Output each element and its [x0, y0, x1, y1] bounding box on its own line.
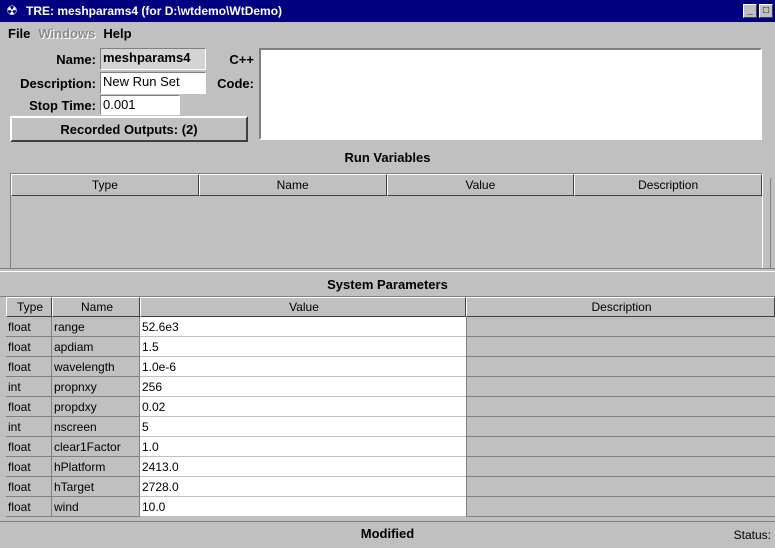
menu-file[interactable]: File: [8, 26, 30, 41]
param-name: nscreen: [52, 417, 140, 437]
rv-col-name[interactable]: Name: [198, 174, 387, 196]
run-variables-header: Type Name Value Description: [11, 174, 762, 196]
param-value-input[interactable]: 5: [140, 417, 466, 437]
param-type: int: [6, 417, 52, 437]
table-row: float range 52.6e3: [6, 317, 775, 337]
param-value-input[interactable]: 256: [140, 377, 466, 397]
param-name: wavelength: [52, 357, 140, 377]
table-row: float propdxy 0.02: [6, 397, 775, 417]
sp-col-description[interactable]: Description: [466, 297, 775, 317]
param-description[interactable]: [466, 477, 775, 497]
param-description[interactable]: [466, 497, 775, 517]
table-row: float wind 10.0: [6, 497, 775, 517]
param-description[interactable]: [466, 317, 775, 337]
param-description[interactable]: [466, 457, 775, 477]
param-description[interactable]: [466, 437, 775, 457]
param-description[interactable]: [466, 357, 775, 377]
code-label-cpp: C++: [229, 52, 254, 67]
sp-col-value[interactable]: Value: [140, 297, 466, 317]
table-row: float apdiam 1.5: [6, 337, 775, 357]
param-value-input[interactable]: 1.0: [140, 437, 466, 457]
param-type: float: [6, 397, 52, 417]
status-bar: Modified Status:: [0, 521, 775, 548]
run-variables-table[interactable]: Type Name Value Description: [10, 173, 763, 269]
system-parameters-panel: System Parameters Type Name Value Descri…: [0, 273, 775, 521]
param-type: float: [6, 477, 52, 497]
sp-col-name[interactable]: Name: [52, 297, 140, 317]
modified-indicator: Modified: [360, 526, 415, 541]
param-value-input[interactable]: 1.0e-6: [140, 357, 466, 377]
title-bar: ☢ TRE: meshparams4 (for D:\wtdemo\WtDemo…: [0, 0, 775, 22]
param-type: float: [6, 437, 52, 457]
table-row: int nscreen 5: [6, 417, 775, 437]
system-parameters-title: System Parameters: [0, 273, 775, 297]
param-value-input[interactable]: 52.6e3: [140, 317, 466, 337]
param-value-input[interactable]: 2728.0: [140, 477, 466, 497]
recorded-outputs-button[interactable]: Recorded Outputs: (2): [10, 116, 248, 142]
param-name: hTarget: [52, 477, 140, 497]
stop-time-label: Stop Time:: [29, 98, 96, 113]
table-row: int propnxy 256: [6, 377, 775, 397]
stop-time-input[interactable]: 0.001: [100, 95, 180, 115]
param-name: wind: [52, 497, 140, 517]
menu-windows: Windows: [38, 25, 96, 41]
run-variables-title: Run Variables: [344, 150, 431, 165]
param-value-input[interactable]: 1.5: [140, 337, 466, 357]
rv-col-value[interactable]: Value: [386, 174, 575, 196]
sp-header: Type Name Value Description: [6, 297, 775, 317]
table-row: float hPlatform 2413.0: [6, 457, 775, 477]
param-name: propnxy: [52, 377, 140, 397]
param-type: float: [6, 337, 52, 357]
table-row: float clear1Factor 1.0: [6, 437, 775, 457]
param-type: float: [6, 497, 52, 517]
menu-bar: File Windows Help: [0, 22, 775, 44]
menu-help[interactable]: Help: [103, 26, 131, 41]
param-name: apdiam: [52, 337, 140, 357]
param-name: propdxy: [52, 397, 140, 417]
run-variables-scrollbar[interactable]: [770, 178, 775, 268]
param-value-input[interactable]: 2413.0: [140, 457, 466, 477]
app-icon[interactable]: ☢: [4, 3, 20, 19]
param-name: range: [52, 317, 140, 337]
sp-col-type[interactable]: Type: [6, 297, 52, 317]
param-value-input[interactable]: 0.02: [140, 397, 466, 417]
code-label: Code:: [217, 76, 254, 91]
table-row: float wavelength 1.0e-6: [6, 357, 775, 377]
description-label: Description:: [20, 76, 96, 91]
param-type: int: [6, 377, 52, 397]
param-name: hPlatform: [52, 457, 140, 477]
param-value-input[interactable]: 10.0: [140, 497, 466, 517]
param-type: float: [6, 357, 52, 377]
table-row: float hTarget 2728.0: [6, 477, 775, 497]
rv-col-description[interactable]: Description: [574, 174, 762, 196]
param-name: clear1Factor: [52, 437, 140, 457]
param-description[interactable]: [466, 417, 775, 437]
param-description[interactable]: [466, 377, 775, 397]
rv-col-type[interactable]: Type: [11, 174, 199, 196]
param-type: float: [6, 317, 52, 337]
panel-splitter[interactable]: [0, 268, 775, 272]
param-type: float: [6, 457, 52, 477]
name-field: meshparams4: [100, 48, 206, 70]
window-title: TRE: meshparams4 (for D:\wtdemo\WtDemo): [26, 4, 283, 18]
status-label: Status:: [733, 528, 771, 542]
name-label: Name:: [56, 52, 96, 67]
code-textarea[interactable]: [259, 48, 762, 140]
minimize-button[interactable]: _: [743, 4, 757, 18]
maximize-button[interactable]: □: [759, 4, 773, 18]
run-set-panel: Name: meshparams4 C++ Code: Description:…: [0, 44, 775, 270]
param-description[interactable]: [466, 337, 775, 357]
param-description[interactable]: [466, 397, 775, 417]
description-input[interactable]: New Run Set: [100, 72, 206, 94]
system-parameters-table: Type Name Value Description float range …: [6, 297, 775, 517]
